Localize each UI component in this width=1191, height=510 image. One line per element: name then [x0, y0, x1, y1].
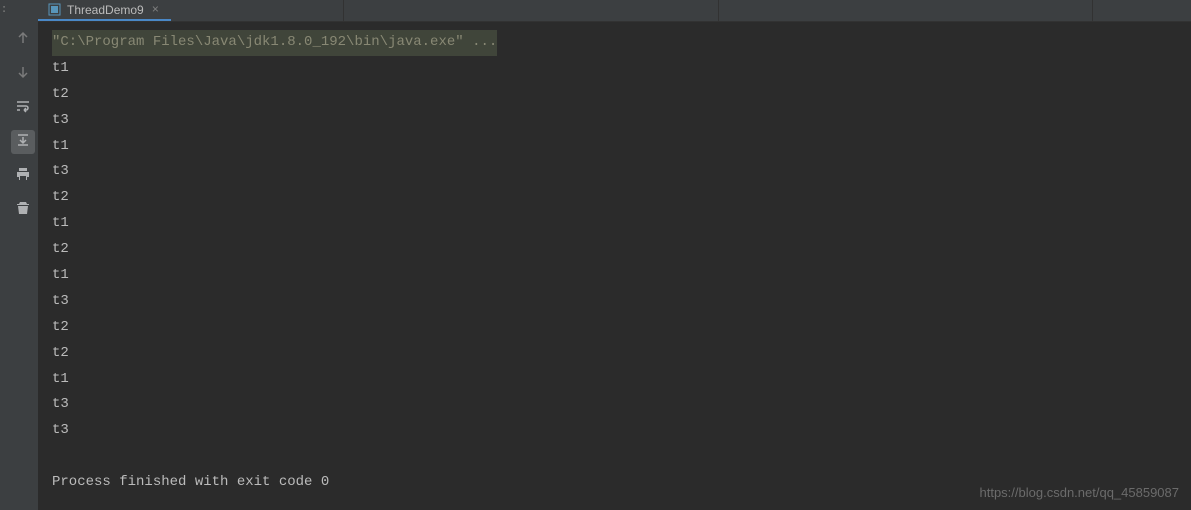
down-button[interactable] — [11, 62, 35, 86]
tab-divider — [343, 0, 344, 22]
main-panel: ThreadDemo9 × "C:\Program Files\Java\jdk… — [38, 0, 1191, 510]
soft-wrap-button[interactable] — [11, 96, 35, 120]
tab-label: ThreadDemo9 — [67, 3, 144, 17]
console-line: t3 — [52, 418, 1177, 444]
run-config-icon — [48, 3, 61, 16]
tab-threaddemo9[interactable]: ThreadDemo9 × — [38, 0, 171, 21]
arrow-down-icon — [15, 64, 31, 85]
console-output[interactable]: "C:\Program Files\Java\jdk1.8.0_192\bin\… — [38, 22, 1191, 510]
console-line: t2 — [52, 315, 1177, 341]
console-line: t3 — [52, 289, 1177, 315]
gutter-label: : — [1, 4, 8, 16]
console-line: t2 — [52, 237, 1177, 263]
print-icon — [15, 166, 31, 187]
console-line: t1 — [52, 263, 1177, 289]
scroll-to-end-button[interactable] — [11, 130, 35, 154]
up-button[interactable] — [11, 28, 35, 52]
tab-bar: ThreadDemo9 × — [38, 0, 1191, 22]
wrap-icon — [15, 98, 31, 119]
console-line: t2 — [52, 82, 1177, 108]
console-line: t3 — [52, 159, 1177, 185]
tab-close-button[interactable]: × — [150, 3, 161, 17]
toolbar — [8, 0, 38, 510]
watermark: https://blog.csdn.net/qq_45859087 — [980, 485, 1180, 500]
gutter-left: : — [0, 0, 8, 510]
print-button[interactable] — [11, 164, 35, 188]
console-line: t3 — [52, 108, 1177, 134]
console-line: t1 — [52, 134, 1177, 160]
console-command: "C:\Program Files\Java\jdk1.8.0_192\bin\… — [52, 30, 497, 56]
delete-button[interactable] — [11, 198, 35, 222]
trash-icon — [15, 200, 31, 221]
console-line: t2 — [52, 341, 1177, 367]
tab-divider — [1092, 0, 1093, 22]
scroll-end-icon — [15, 132, 31, 153]
arrow-up-icon — [15, 30, 31, 51]
console-line: t3 — [52, 392, 1177, 418]
console-line: t1 — [52, 367, 1177, 393]
console-line: t2 — [52, 185, 1177, 211]
console-line: t1 — [52, 211, 1177, 237]
tab-divider — [718, 0, 719, 22]
console-blank — [52, 444, 1177, 470]
console-line: t1 — [52, 56, 1177, 82]
